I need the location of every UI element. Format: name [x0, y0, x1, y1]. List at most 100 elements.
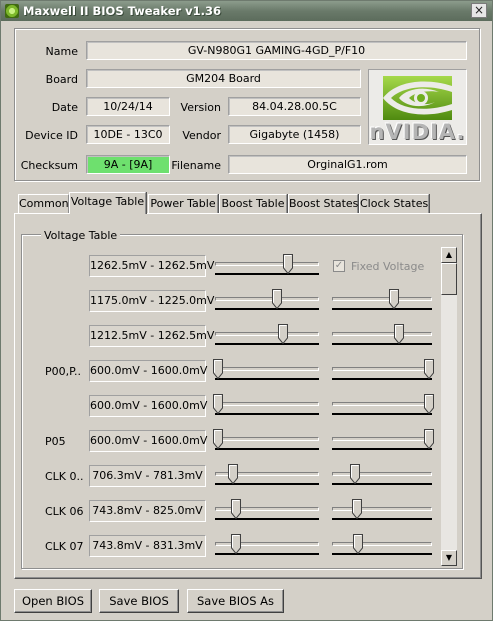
slider-thumb[interactable]: [353, 534, 363, 555]
scroll-down-button[interactable]: ▼: [441, 550, 457, 566]
bios-tweaker-window: Maxwell II BIOS Tweaker v1.36 × Name GV-…: [0, 0, 493, 621]
voltage-max-slider[interactable]: [332, 359, 434, 380]
voltage-range-field[interactable]: 743.8mV - 831.3mV: [89, 535, 206, 557]
voltage-table-group-title: Voltage Table: [41, 229, 121, 242]
name-field[interactable]: GV-N980G1 GAMING-4GD_P/F10: [86, 41, 467, 60]
slider-thumb[interactable]: [230, 534, 241, 555]
board-field[interactable]: GM204 Board: [86, 69, 361, 88]
slider-thumb[interactable]: [213, 429, 224, 450]
checksum-field[interactable]: 9A - [9A]: [86, 155, 170, 174]
voltage-max-slider[interactable]: [332, 534, 432, 555]
vendor-field[interactable]: Gigabyte (1458): [228, 125, 361, 144]
voltage-row-label: P00,P..: [45, 365, 82, 378]
voltage-min-slider[interactable]: [215, 324, 319, 345]
slider-thumb[interactable]: [424, 394, 434, 415]
voltage-range-field[interactable]: 706.3mV - 781.3mV: [89, 465, 206, 487]
voltage-row-label: CLK 0..: [45, 470, 84, 483]
open-bios-button[interactable]: Open BIOS: [14, 589, 92, 613]
voltage-min-slider[interactable]: [215, 254, 319, 275]
voltage-min-slider[interactable]: [215, 464, 319, 485]
voltage-max-slider[interactable]: [332, 464, 432, 485]
fixed-voltage-label: Fixed Voltage: [351, 260, 425, 273]
voltage-range-field[interactable]: 1262.5mV - 1262.5mV: [89, 255, 214, 277]
voltage-max-slider[interactable]: [332, 429, 434, 450]
slider-track: [332, 367, 432, 371]
nvidia-wordmark: nVIDIA.: [369, 120, 466, 144]
scroll-up-button[interactable]: ▲: [441, 247, 457, 263]
slider-thumb[interactable]: [424, 429, 434, 450]
nvidia-logo: nVIDIA.: [368, 69, 467, 145]
voltage-min-slider[interactable]: [213, 394, 319, 415]
slider-track: [215, 332, 319, 336]
tab-common[interactable]: Common: [18, 194, 69, 213]
slider-thumb[interactable]: [227, 464, 238, 485]
tab-clock-states[interactable]: Clock States: [359, 194, 429, 213]
fixed-voltage-checkbox[interactable]: ✓: [333, 260, 345, 272]
voltage-range-field[interactable]: 600.0mV - 1600.0mV: [89, 360, 207, 382]
slider-track: [215, 367, 319, 371]
slider-thumb[interactable]: [389, 289, 399, 310]
device-id-label: Device ID: [25, 129, 78, 142]
save-bios-as-button[interactable]: Save BIOS As: [187, 589, 284, 613]
voltage-range-field[interactable]: 600.0mV - 1600.0mV: [89, 395, 207, 417]
voltage-min-slider[interactable]: [215, 499, 319, 520]
voltage-range-field[interactable]: 1212.5mV - 1262.5mV: [89, 325, 214, 347]
voltage-min-slider[interactable]: [215, 534, 319, 555]
tab-voltage-table[interactable]: Voltage Table: [69, 192, 146, 214]
slider-baseline: [215, 378, 319, 380]
slider-thumb[interactable]: [282, 254, 293, 275]
tab-power-table[interactable]: Power Table: [148, 194, 218, 213]
filename-field[interactable]: OrginalG1.rom: [228, 155, 467, 174]
voltage-max-slider[interactable]: [332, 499, 432, 520]
slider-baseline: [332, 343, 432, 345]
save-bios-button[interactable]: Save BIOS: [99, 589, 179, 613]
app-icon: [5, 4, 19, 18]
voltage-min-slider[interactable]: [213, 429, 319, 450]
voltage-max-slider[interactable]: [332, 324, 432, 345]
version-field[interactable]: 84.04.28.00.5C: [228, 97, 361, 116]
slider-baseline: [215, 308, 319, 310]
close-button[interactable]: ×: [471, 3, 487, 18]
voltage-min-slider[interactable]: [213, 359, 319, 380]
slider-thumb[interactable]: [394, 324, 404, 345]
title-bar[interactable]: Maxwell II BIOS Tweaker v1.36 ×: [1, 1, 492, 21]
slider-thumb[interactable]: [213, 394, 224, 415]
slider-thumb[interactable]: [277, 324, 288, 345]
slider-baseline: [332, 483, 432, 485]
voltage-range-field[interactable]: 743.8mV - 825.0mV: [89, 500, 206, 522]
slider-thumb[interactable]: [230, 499, 241, 520]
voltage-range-field[interactable]: 600.0mV - 1600.0mV: [89, 430, 207, 452]
slider-track: [215, 402, 319, 406]
tab-boost-table[interactable]: Boost Table: [219, 194, 287, 213]
slider-thumb[interactable]: [352, 499, 362, 520]
slider-baseline: [215, 448, 319, 450]
voltage-row-label: P05: [45, 435, 66, 448]
date-field[interactable]: 10/24/14: [86, 97, 170, 116]
slider-track: [332, 472, 432, 476]
device-id-field[interactable]: 10DE - 13C0: [86, 125, 170, 144]
slider-thumb[interactable]: [424, 359, 434, 380]
slider-thumb[interactable]: [350, 464, 360, 485]
vertical-scrollbar[interactable]: ▲ ▼: [441, 247, 457, 566]
name-label: Name: [45, 45, 78, 58]
slider-track: [215, 262, 319, 266]
tab-boost-states[interactable]: Boost States: [288, 194, 358, 213]
slider-baseline: [332, 413, 432, 415]
version-label: Version: [180, 101, 221, 114]
voltage-range-field[interactable]: 1175.0mV - 1225.0mV: [89, 290, 214, 312]
slider-thumb[interactable]: [213, 359, 224, 380]
slider-track: [215, 437, 319, 441]
scroll-thumb[interactable]: [441, 263, 457, 295]
vendor-label: Vendor: [182, 129, 221, 142]
voltage-max-slider[interactable]: [332, 394, 434, 415]
slider-track: [332, 507, 432, 511]
voltage-min-slider[interactable]: [215, 289, 319, 310]
slider-track: [332, 332, 432, 336]
slider-thumb[interactable]: [272, 289, 283, 310]
voltage-max-slider[interactable]: [332, 289, 432, 310]
date-label: Date: [51, 101, 78, 114]
slider-baseline: [332, 553, 432, 555]
slider-track: [215, 297, 319, 301]
slider-baseline: [332, 518, 432, 520]
slider-track: [332, 402, 432, 406]
